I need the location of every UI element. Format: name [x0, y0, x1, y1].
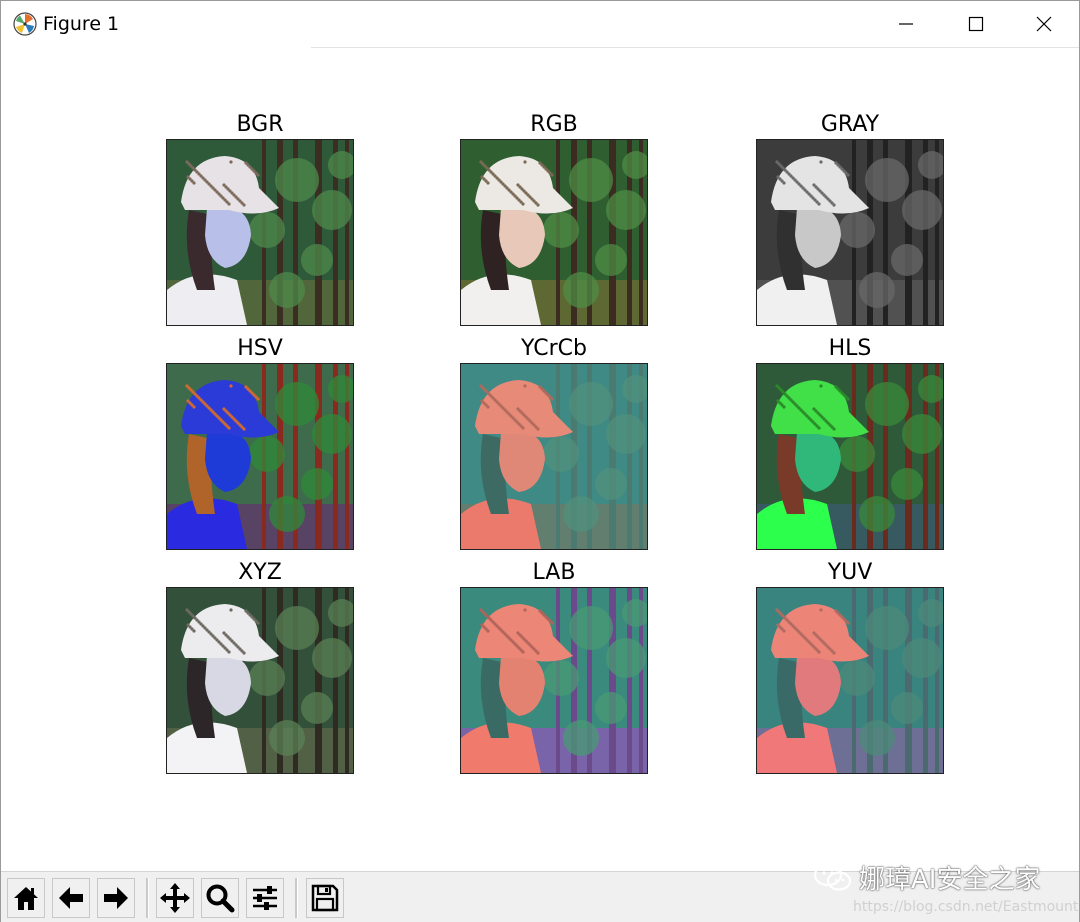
photo-render	[757, 140, 943, 325]
configure-button[interactable]	[246, 878, 284, 918]
subplot-title: HLS	[828, 336, 872, 361]
minimize-button[interactable]	[871, 1, 941, 47]
floppy-disk-icon	[311, 884, 339, 912]
magnifier-icon	[206, 884, 235, 913]
back-button[interactable]	[52, 878, 90, 918]
arrow-left-icon	[59, 887, 83, 909]
subplot-image-xyz	[166, 587, 354, 774]
close-button[interactable]	[1009, 1, 1079, 47]
subplot-image-gray	[756, 139, 944, 326]
figure-window: Figure 1 BGR RGB GRAY HSV YCrCb HLS XYZ …	[0, 0, 1080, 922]
close-icon	[1036, 16, 1052, 32]
subplot-title: LAB	[532, 560, 576, 585]
subplot-title: BGR	[236, 112, 284, 137]
sliders-icon	[253, 886, 277, 910]
title-divider	[311, 47, 1079, 48]
subplot-image-rgb	[460, 139, 648, 326]
photo-render	[167, 364, 353, 549]
move-arrows-icon	[160, 883, 190, 913]
arrow-right-icon	[104, 887, 128, 909]
subplot-title: XYZ	[238, 560, 282, 585]
subplot-title: YUV	[827, 560, 873, 585]
subplot-title: GRAY	[820, 112, 880, 137]
wechat-icon	[813, 863, 852, 891]
subplot-title: RGB	[530, 112, 578, 137]
photo-render	[461, 140, 647, 325]
window-title: Figure 1	[43, 13, 120, 35]
toolbar-separator	[146, 878, 149, 918]
matplotlib-logo-icon	[13, 12, 37, 36]
photo-render	[167, 140, 353, 325]
subplot-image-bgr	[166, 139, 354, 326]
save-button[interactable]	[306, 878, 344, 918]
maximize-button[interactable]	[941, 1, 1011, 47]
title-bar: Figure 1	[1, 1, 1079, 48]
toolbar-separator	[295, 878, 298, 918]
maximize-icon	[968, 16, 984, 32]
pan-button[interactable]	[156, 878, 194, 918]
subplot-image-hsv	[166, 363, 354, 550]
photo-render	[757, 364, 943, 549]
subplot-image-hls	[756, 363, 944, 550]
watermark-url: https://blog.csdn.net/Eastmount	[853, 899, 1079, 915]
forward-button[interactable]	[97, 878, 135, 918]
zoom-button[interactable]	[201, 878, 239, 918]
watermark-text: 娜璋AI安全之家	[859, 865, 1041, 895]
watermark: 娜璋AI安全之家	[813, 859, 1040, 896]
subplot-image-yuv	[756, 587, 944, 774]
home-button[interactable]	[7, 878, 45, 918]
photo-render	[167, 588, 353, 773]
photo-render	[461, 588, 647, 773]
subplot-title: HSV	[237, 336, 283, 361]
photo-render	[757, 588, 943, 773]
photo-render	[461, 364, 647, 549]
subplot-image-lab	[460, 587, 648, 774]
home-icon	[14, 887, 38, 910]
subplot-image-ycrcb	[460, 363, 648, 550]
minimize-icon	[899, 23, 913, 25]
subplot-title: YCrCb	[521, 336, 587, 361]
